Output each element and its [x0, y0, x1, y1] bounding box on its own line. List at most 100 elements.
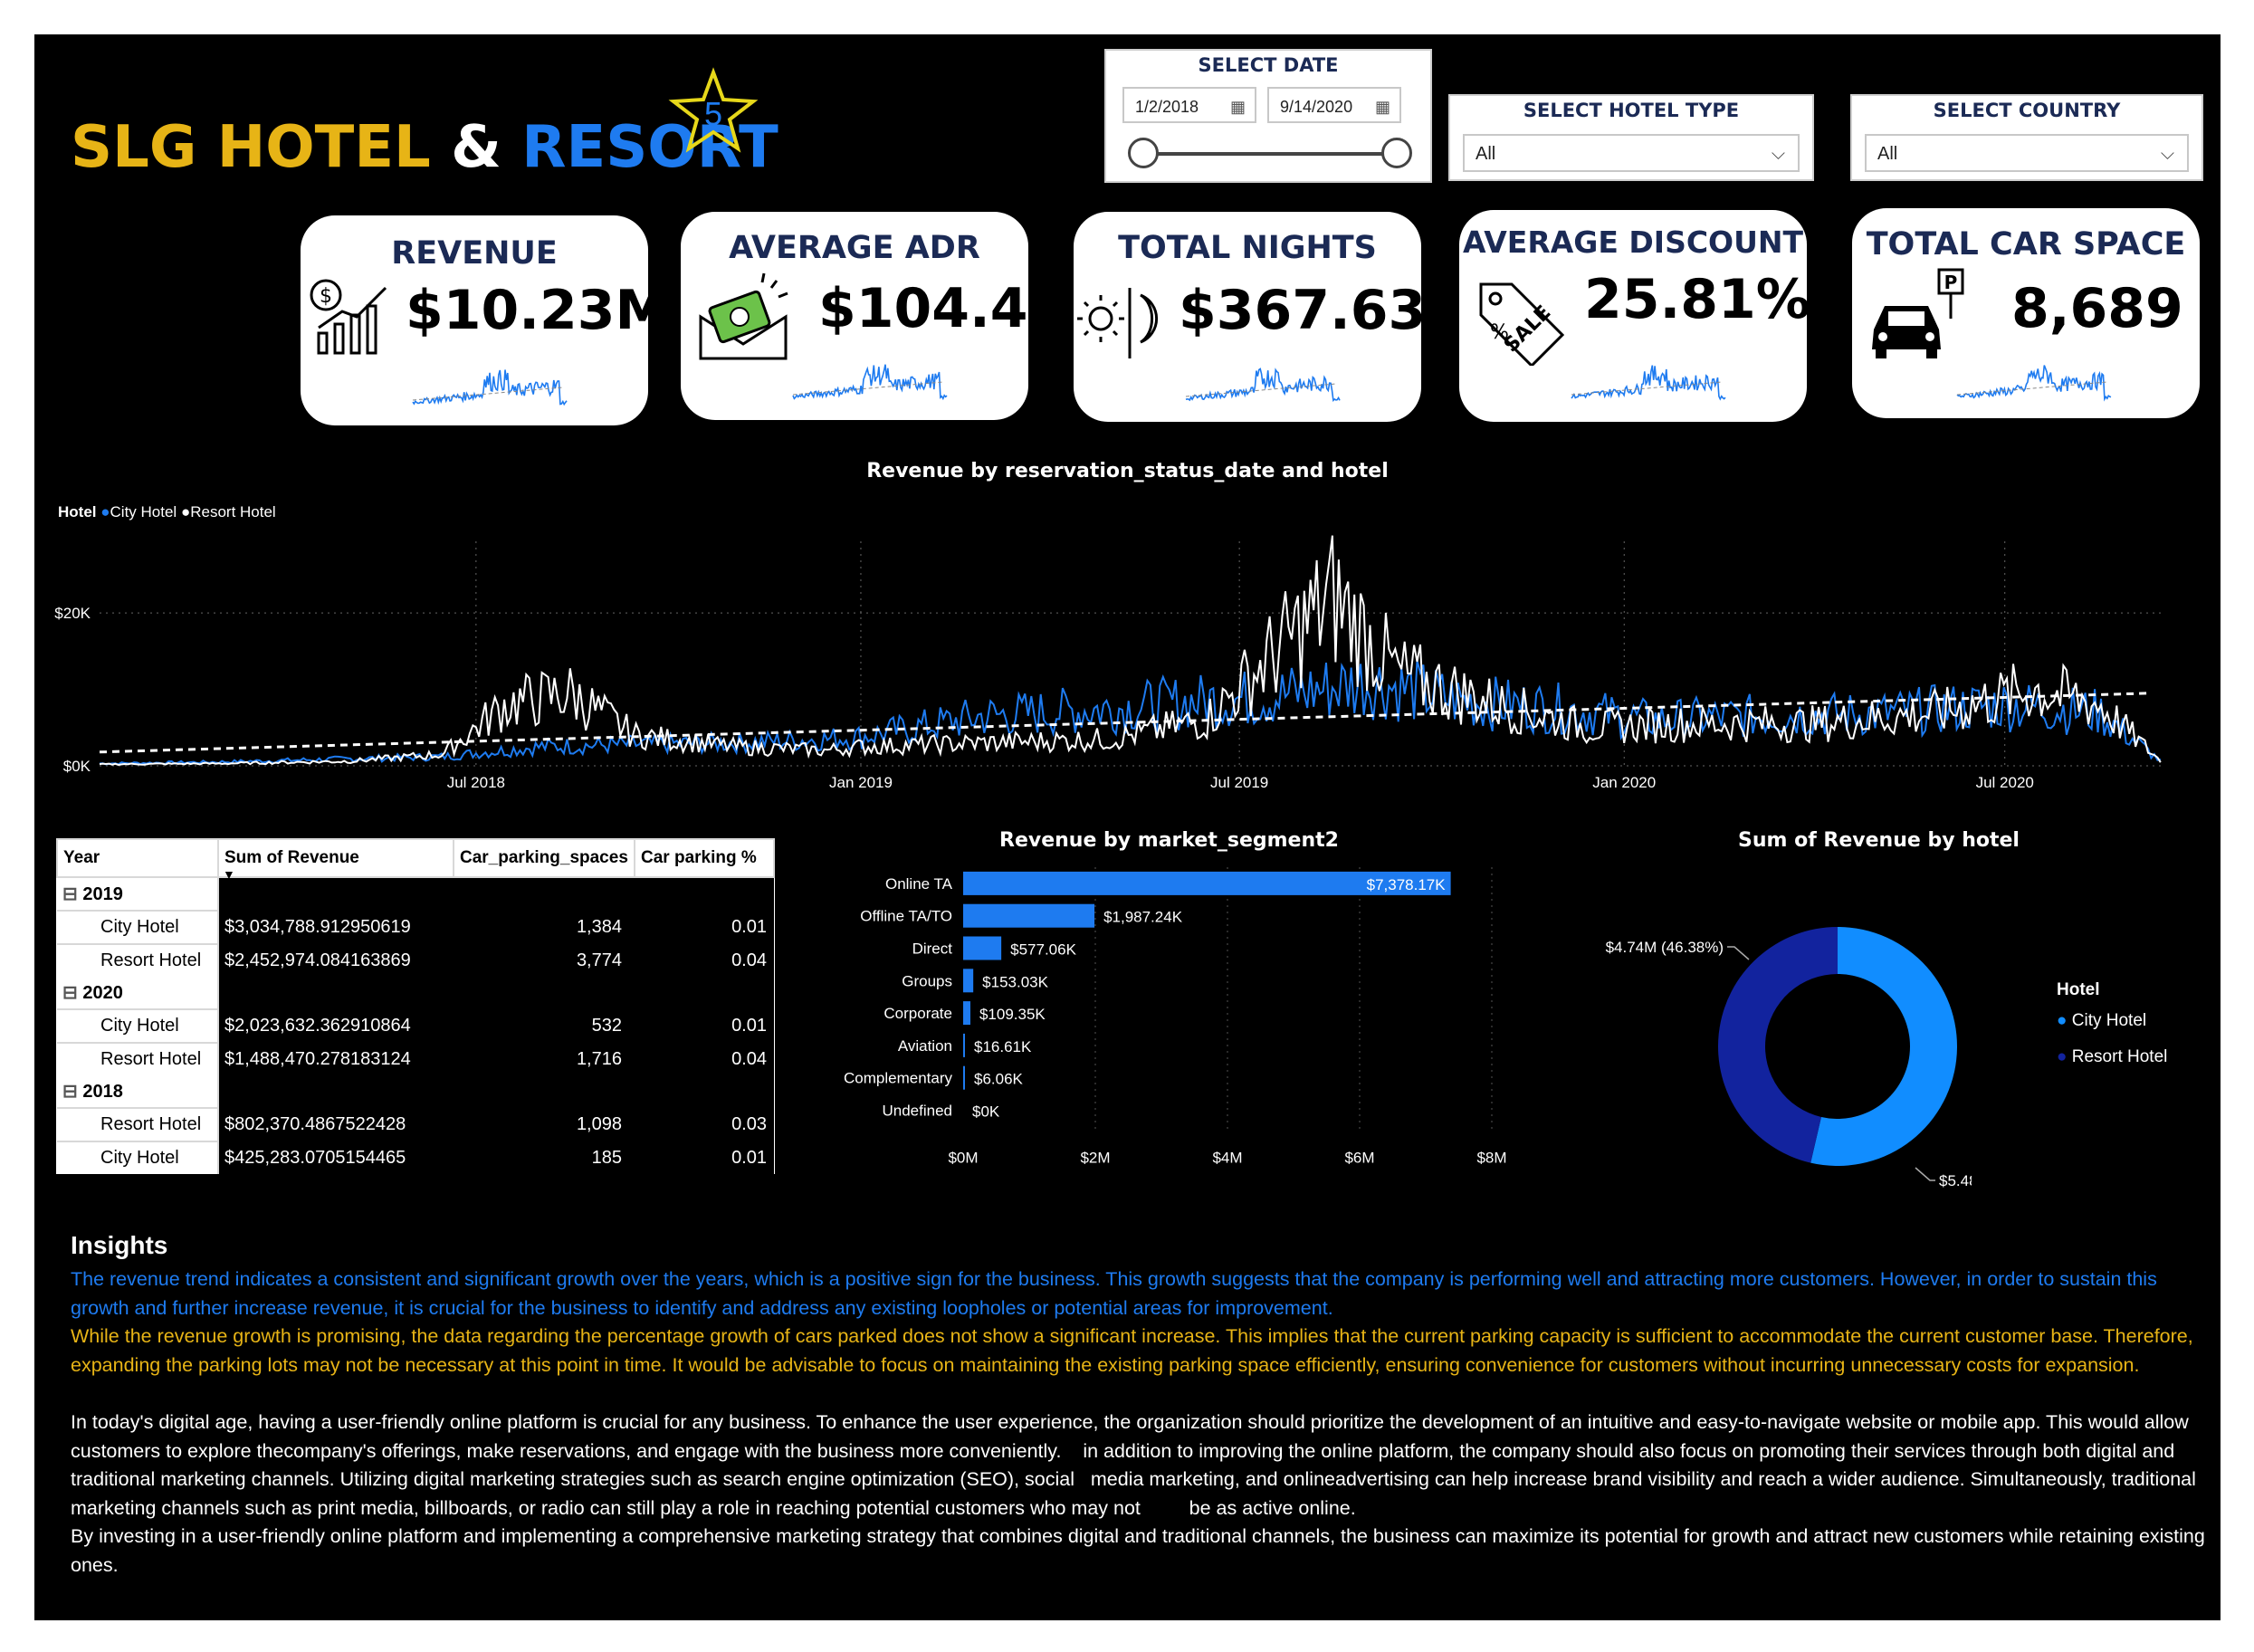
group-year-cell[interactable]: ⊟ 2019: [57, 877, 219, 911]
table-header-row: Year Sum of Revenue ▼ Car_parking_spaces …: [56, 838, 775, 882]
sparkline-trend: [792, 381, 944, 396]
y-tick-label: $20K: [54, 605, 91, 622]
collapse-icon[interactable]: ⊟: [62, 1082, 82, 1102]
legend-dot-icon: ●: [2057, 1011, 2068, 1030]
hotel-type-slicer: SELECT HOTEL TYPE All ⌵: [1448, 94, 1814, 181]
donut-legend-title: Hotel: [2057, 980, 2100, 999]
category-label: Offline TA/TO: [860, 908, 952, 925]
line-chart-title: Revenue by reservation_status_date and h…: [866, 460, 1389, 482]
category-label: Aviation: [898, 1037, 952, 1055]
category-label: Online TA: [885, 875, 953, 893]
kpi-value: $104.48: [818, 277, 1066, 340]
kpi-sparkline: [1956, 365, 2112, 402]
chevron-down-icon: ⌵: [2160, 144, 2174, 164]
start-date-input[interactable]: 1/2/2018 ▦: [1122, 87, 1256, 123]
date-slicer[interactable]: SELECT DATE 1/2/2018 ▦ 9/14/2020 ▦: [1104, 49, 1432, 183]
kpi-title: REVENUE: [391, 235, 558, 272]
data-label: $16.61K: [974, 1038, 1032, 1055]
bar-chart: $0M $2M $4M $6M $8M Online TA $7,378.17K Offlin…: [844, 867, 1507, 1166]
parking-spaces-cell: 3,774: [454, 944, 635, 977]
country-slicer: SELECT COUNTRY All ⌵: [1850, 94, 2203, 181]
x-tick-label: $8M: [1476, 1149, 1506, 1166]
y-tick-label: $0K: [63, 758, 91, 775]
bar[interactable]: [963, 936, 1002, 960]
group-row[interactable]: ⊟ 2020: [57, 977, 774, 1009]
bar[interactable]: [963, 903, 1095, 928]
legend-label-resort[interactable]: Resort Hotel: [190, 503, 275, 520]
collapse-icon[interactable]: ⊟: [62, 884, 82, 904]
bar[interactable]: [963, 1001, 970, 1026]
column-header-revenue[interactable]: Sum of Revenue ▼: [217, 838, 454, 882]
category-label: Corporate: [883, 1005, 952, 1022]
group-row[interactable]: ⊟ 2019: [57, 877, 774, 911]
donut-legend-city[interactable]: ● City Hotel: [2057, 1003, 2167, 1039]
hotel-type-dropdown[interactable]: All ⌵: [1463, 134, 1800, 172]
empty-cell: [218, 877, 454, 911]
legend-label-city[interactable]: City Hotel: [110, 503, 177, 520]
sparkline-trend: [1185, 383, 1337, 397]
bar-chart-title: Revenue by market_segment2: [999, 829, 1339, 852]
slice-label: $5.48M (53.62%): [1939, 1172, 1972, 1189]
date-slicer-title: SELECT DATE: [1198, 54, 1339, 76]
sparkline-path: [1185, 368, 1341, 403]
hotel-name-cell: Resort Hotel: [57, 1042, 219, 1075]
revenue-cell: $3,034,788.912950619: [218, 911, 454, 944]
parking-spaces-cell: 532: [454, 1009, 635, 1043]
calendar-icon[interactable]: ▦: [1375, 89, 1390, 125]
group-year-cell[interactable]: ⊟ 2020: [57, 977, 219, 1009]
bar[interactable]: [963, 969, 974, 993]
category-label: Direct: [912, 941, 953, 958]
empty-cell: [218, 977, 454, 1009]
kpi-sparkline: [1571, 365, 1726, 401]
bar[interactable]: [963, 1033, 965, 1057]
money-envelope-icon: [699, 272, 788, 360]
sparkline-path: [792, 364, 948, 401]
column-header-year[interactable]: Year: [56, 838, 219, 878]
collapse-icon[interactable]: ⊟: [62, 983, 82, 1003]
date-start-handle[interactable]: [1128, 138, 1159, 168]
empty-cell: [635, 877, 774, 911]
donut-legend-resort[interactable]: ● Resort Hotel: [2057, 1039, 2167, 1075]
date-end-handle[interactable]: [1381, 138, 1412, 168]
data-label: $6.06K: [974, 1071, 1024, 1088]
calendar-icon[interactable]: ▦: [1230, 89, 1246, 125]
revenue-cell: $425,283.0705154465: [218, 1141, 454, 1174]
end-date-input[interactable]: 9/14/2020 ▦: [1267, 87, 1401, 123]
revenue-chart-icon: $: [310, 279, 387, 355]
dashboard-canvas: SLG HOTEL & RESORT 5 SELECT DATE 1/2/201…: [34, 34, 2221, 1620]
insights-heading: Insights: [71, 1231, 168, 1259]
sparkline-path: [1956, 365, 2112, 402]
kpi-title: AVERAGE ADR: [729, 230, 980, 266]
group-year-cell[interactable]: ⊟ 2018: [57, 1075, 219, 1108]
kpi-sparkline: [412, 369, 568, 406]
group-row[interactable]: ⊟ 2018: [57, 1075, 774, 1108]
insight-paragraph-strategy: By investing in a user-friendly online p…: [71, 1525, 2205, 1576]
bar[interactable]: [963, 1065, 965, 1090]
kpi-card-nights: TOTAL NIGHTS $367.63K: [1074, 212, 1468, 422]
insight-paragraph-parking: While the revenue growth is promising, t…: [71, 1325, 2193, 1376]
column-header-pct[interactable]: Car parking %: [634, 838, 775, 878]
hotel-name-cell: City Hotel: [57, 910, 219, 944]
insight-paragraph-revenue: The revenue trend indicates a consistent…: [71, 1268, 2157, 1319]
kpi-card-car-space: TOTAL CAR SPACE P 8,689: [1852, 208, 2200, 418]
slice-label: $4.74M (46.38%): [1606, 939, 1724, 956]
category-label: Undefined: [882, 1103, 952, 1120]
column-header-spaces[interactable]: Car_parking_spaces: [453, 838, 635, 878]
star-badge-number: 5: [704, 95, 722, 132]
x-tick-label: Jul 2019: [1210, 774, 1268, 791]
data-label: $577.06K: [1010, 941, 1076, 959]
category-label: Complementary: [844, 1070, 952, 1087]
series-line-resort-hotel: [99, 535, 2162, 767]
country-dropdown[interactable]: All ⌵: [1865, 134, 2189, 172]
donut-chart-title: Sum of Revenue by hotel: [1738, 829, 2020, 852]
line-chart-legend: Hotel ●City Hotel ●Resort Hotel: [58, 503, 276, 521]
sort-desc-icon[interactable]: ▼: [223, 867, 235, 882]
legend-label: Resort Hotel: [2071, 1047, 2168, 1066]
hotel-type-value: All: [1476, 144, 1496, 164]
parking-spaces-cell: 185: [454, 1141, 635, 1174]
svg-text:%: %: [1490, 321, 1509, 344]
country-title: SELECT COUNTRY: [1933, 100, 2121, 121]
empty-cell: [218, 1075, 454, 1108]
kpi-title: TOTAL NIGHTS: [1118, 230, 1377, 266]
kpi-card-adr: AVERAGE ADR $104.48: [681, 212, 1065, 420]
